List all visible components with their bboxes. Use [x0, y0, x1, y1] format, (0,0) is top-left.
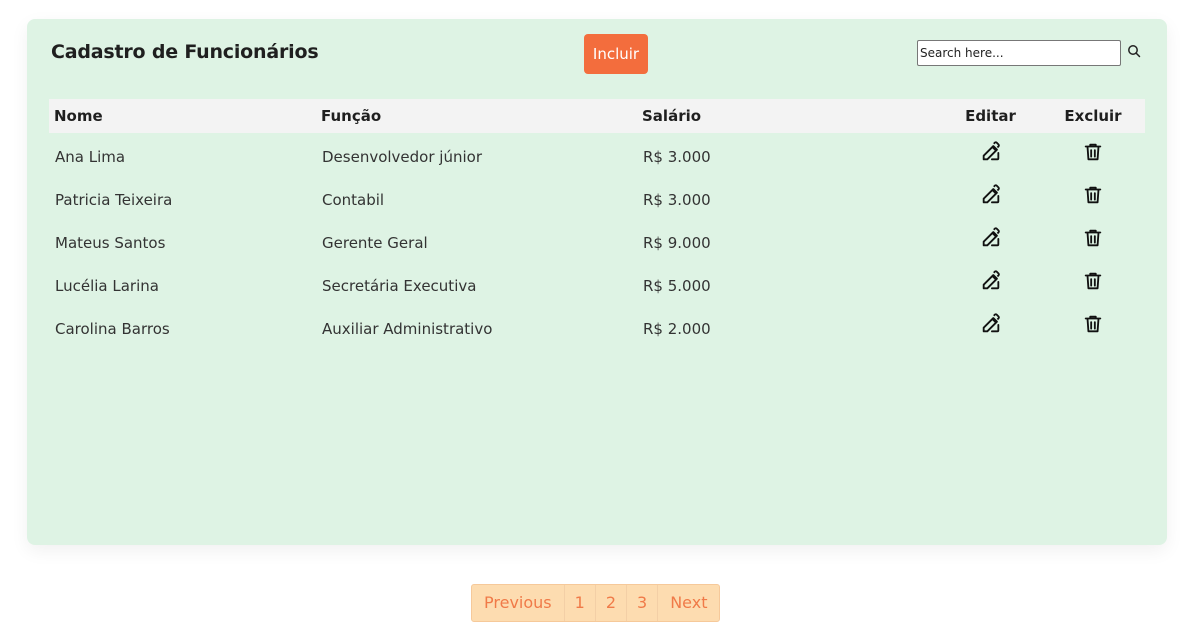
column-header-editar: Editar [965, 107, 1016, 125]
add-employee-button[interactable]: Incluir [584, 34, 648, 74]
cell-funcao: Desenvolvedor júnior [322, 147, 482, 166]
trash-icon[interactable] [1082, 270, 1104, 292]
cell-funcao: Gerente Geral [322, 233, 428, 252]
cell-excluir [1041, 305, 1145, 348]
cell-salario: R$ 9.000 [643, 233, 711, 252]
edit-icon[interactable] [980, 270, 1002, 292]
page-1-button[interactable]: 1 [565, 585, 596, 621]
page-title: Cadastro de Funcionários [51, 41, 319, 63]
column-header-excluir: Excluir [1064, 107, 1122, 125]
column-header-nome: Nome [54, 107, 103, 125]
column-header-funcao: Função [321, 107, 382, 125]
cell-salario: R$ 3.000 [643, 190, 711, 209]
cell-funcao: Auxiliar Administrativo [322, 319, 493, 338]
cell-nome: Ana Lima [55, 147, 126, 166]
employee-table-wrapper: Nome Função Salário Editar Excluir Ana L… [49, 99, 1145, 348]
table-row: Mateus Santos Gerente Geral R$ 9.000 [49, 219, 1145, 262]
cell-salario: R$ 3.000 [643, 147, 711, 166]
search-input[interactable] [917, 40, 1121, 66]
employee-panel: Cadastro de Funcionários Incluir Nome Fu… [27, 19, 1167, 545]
cell-funcao: Secretária Executiva [322, 276, 477, 295]
cell-nome: Mateus Santos [55, 233, 166, 252]
cell-excluir [1041, 262, 1145, 305]
edit-icon[interactable] [980, 313, 1002, 335]
page-2-button[interactable]: 2 [596, 585, 627, 621]
pagination: Previous 1 2 3 Next [471, 584, 721, 622]
cell-editar [940, 262, 1041, 305]
cell-editar [940, 133, 1041, 176]
trash-icon[interactable] [1082, 184, 1104, 206]
page-3-button[interactable]: 3 [627, 585, 659, 621]
next-page-button[interactable]: Next [658, 585, 719, 621]
column-header-salario: Salário [642, 107, 702, 125]
trash-icon[interactable] [1082, 313, 1104, 335]
cell-nome: Carolina Barros [55, 319, 170, 338]
table-header-row: Nome Função Salário Editar Excluir [49, 99, 1145, 133]
trash-icon[interactable] [1082, 141, 1104, 163]
edit-icon[interactable] [980, 184, 1002, 206]
cell-editar [940, 219, 1041, 262]
employee-table: Nome Função Salário Editar Excluir Ana L… [49, 99, 1145, 348]
table-row: Carolina Barros Auxiliar Administrativo R$… [49, 305, 1145, 348]
cell-editar [940, 176, 1041, 219]
table-row: Lucélia Larina Secretária Executiva R$ 5.0… [49, 262, 1145, 305]
previous-page-button[interactable]: Previous [472, 585, 565, 621]
cell-excluir [1041, 219, 1145, 262]
table-row: Patricia Teixeira Contabil R$ 3.000 [49, 176, 1145, 219]
cell-excluir [1041, 133, 1145, 176]
cell-salario: R$ 5.000 [643, 276, 711, 295]
cell-editar [940, 305, 1041, 348]
trash-icon[interactable] [1082, 227, 1104, 249]
table-row: Ana Lima Desenvolvedor júnior R$ 3.000 [49, 133, 1145, 176]
cell-salario: R$ 2.000 [643, 319, 711, 338]
edit-icon[interactable] [980, 227, 1002, 249]
cell-excluir [1041, 176, 1145, 219]
cell-funcao: Contabil [322, 190, 385, 209]
cell-nome: Lucélia Larina [55, 276, 159, 295]
search-icon[interactable] [1127, 44, 1141, 58]
edit-icon[interactable] [980, 141, 1002, 163]
table-body: Ana Lima Desenvolvedor júnior R$ 3.000 Patr… [49, 133, 1145, 348]
cell-nome: Patricia Teixeira [55, 190, 173, 209]
